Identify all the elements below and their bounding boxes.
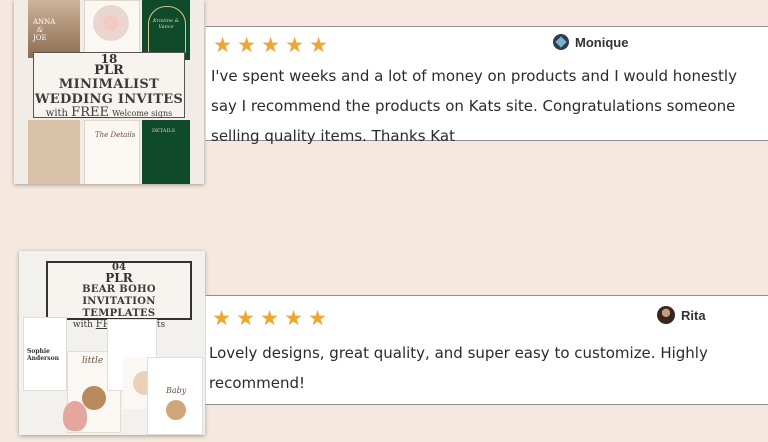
tile-details2: DETAILS: [152, 128, 176, 134]
star-icon: ★: [309, 33, 328, 57]
review-text: Lovely designs, great quality, and super…: [209, 338, 708, 398]
review-card: ★ ★ ★ ★ ★ Rita Lovely designs, great qua…: [205, 295, 768, 405]
tile-amp: &: [37, 26, 44, 34]
product-title-box: 04 PLR BEAR BOHO INVITATION TEMPLATES wi…: [46, 261, 192, 330]
product-title-box: 18 PLR MINIMALIST WEDDING INVITES with F…: [33, 52, 185, 120]
reviewer-name: Rita: [681, 307, 706, 323]
green-details-tile: DETAILS: [142, 120, 190, 184]
review-text-line: recommend!: [209, 374, 305, 392]
reviewer-name: Monique: [575, 34, 629, 50]
product-title-line-1: BEAR BOHO INVITATION: [82, 284, 156, 307]
extra-label: Welcome signs: [112, 109, 173, 118]
star-icon: ★: [261, 33, 280, 57]
invite-tile: Sophie Anderson: [23, 317, 67, 391]
star-icon: ★: [212, 306, 231, 330]
with-label: with: [72, 320, 93, 330]
tile-details: The Details: [95, 131, 136, 139]
product-prefix: PLR: [94, 63, 124, 78]
star-icon: ★: [260, 306, 279, 330]
review-text: I've spent weeks and a lot of money on p…: [211, 61, 737, 151]
monique-avatar-icon: [553, 34, 569, 50]
product-image-bear-boho[interactable]: 04 PLR BEAR BOHO INVITATION TEMPLATES wi…: [19, 251, 205, 435]
review-text-line: Lovely designs, great quality, and super…: [209, 344, 708, 362]
review-text-line: say I recommend the products on Kats sit…: [211, 97, 736, 115]
floral-tile: [84, 0, 140, 60]
with-label: with: [45, 108, 68, 119]
product-subtitle: with FREE Welcome signs: [34, 105, 184, 120]
star-icon: ★: [236, 306, 255, 330]
rita-avatar-icon: [657, 306, 675, 324]
product-title-line-1: MINIMALIST: [58, 77, 160, 92]
tile-green-names: Kristine & Vance: [152, 18, 180, 30]
photo-tile: ANNA & JOE: [28, 0, 80, 58]
tan-tile: [28, 120, 80, 184]
free-label: FREE: [71, 105, 109, 120]
tile-sophie: Sophie Anderson: [27, 348, 59, 362]
star-icon: ★: [308, 306, 327, 330]
review-text-line: selling quality items. Thanks Kat: [211, 127, 455, 145]
reviewer[interactable]: Rita: [657, 306, 706, 324]
star-icon: ★: [285, 33, 304, 57]
tile-anna: ANNA: [33, 18, 56, 26]
tile-joe: JOE: [33, 34, 47, 42]
product-image-wedding-invites[interactable]: ANNA & JOE Kristine & Vance 18 PLR MINIM…: [14, 0, 204, 184]
review-text-line: I've spent weeks and a lot of money on p…: [211, 67, 737, 85]
balloon-tile: [63, 401, 87, 431]
product-title-line-2: TEMPLATES: [82, 308, 156, 319]
star-icon: ★: [237, 33, 256, 57]
baby-tile: Baby: [147, 357, 203, 435]
product-title-line-2: WEDDING INVITES: [34, 92, 184, 107]
green-arch-tile: Kristine & Vance: [142, 0, 190, 60]
star-icon: ★: [213, 33, 232, 57]
star-icon: ★: [284, 306, 303, 330]
product-prefix: PLR: [105, 271, 133, 285]
details-tile: The Details: [84, 120, 140, 184]
reviewer[interactable]: Monique: [553, 34, 628, 50]
tile-little: little: [82, 356, 104, 366]
review-card: ★ ★ ★ ★ ★ Monique I've spent weeks and a…: [205, 26, 768, 145]
star-rating: ★ ★ ★ ★ ★: [210, 308, 329, 329]
star-rating: ★ ★ ★ ★ ★: [211, 35, 330, 56]
tile-baby: Baby: [166, 386, 187, 395]
